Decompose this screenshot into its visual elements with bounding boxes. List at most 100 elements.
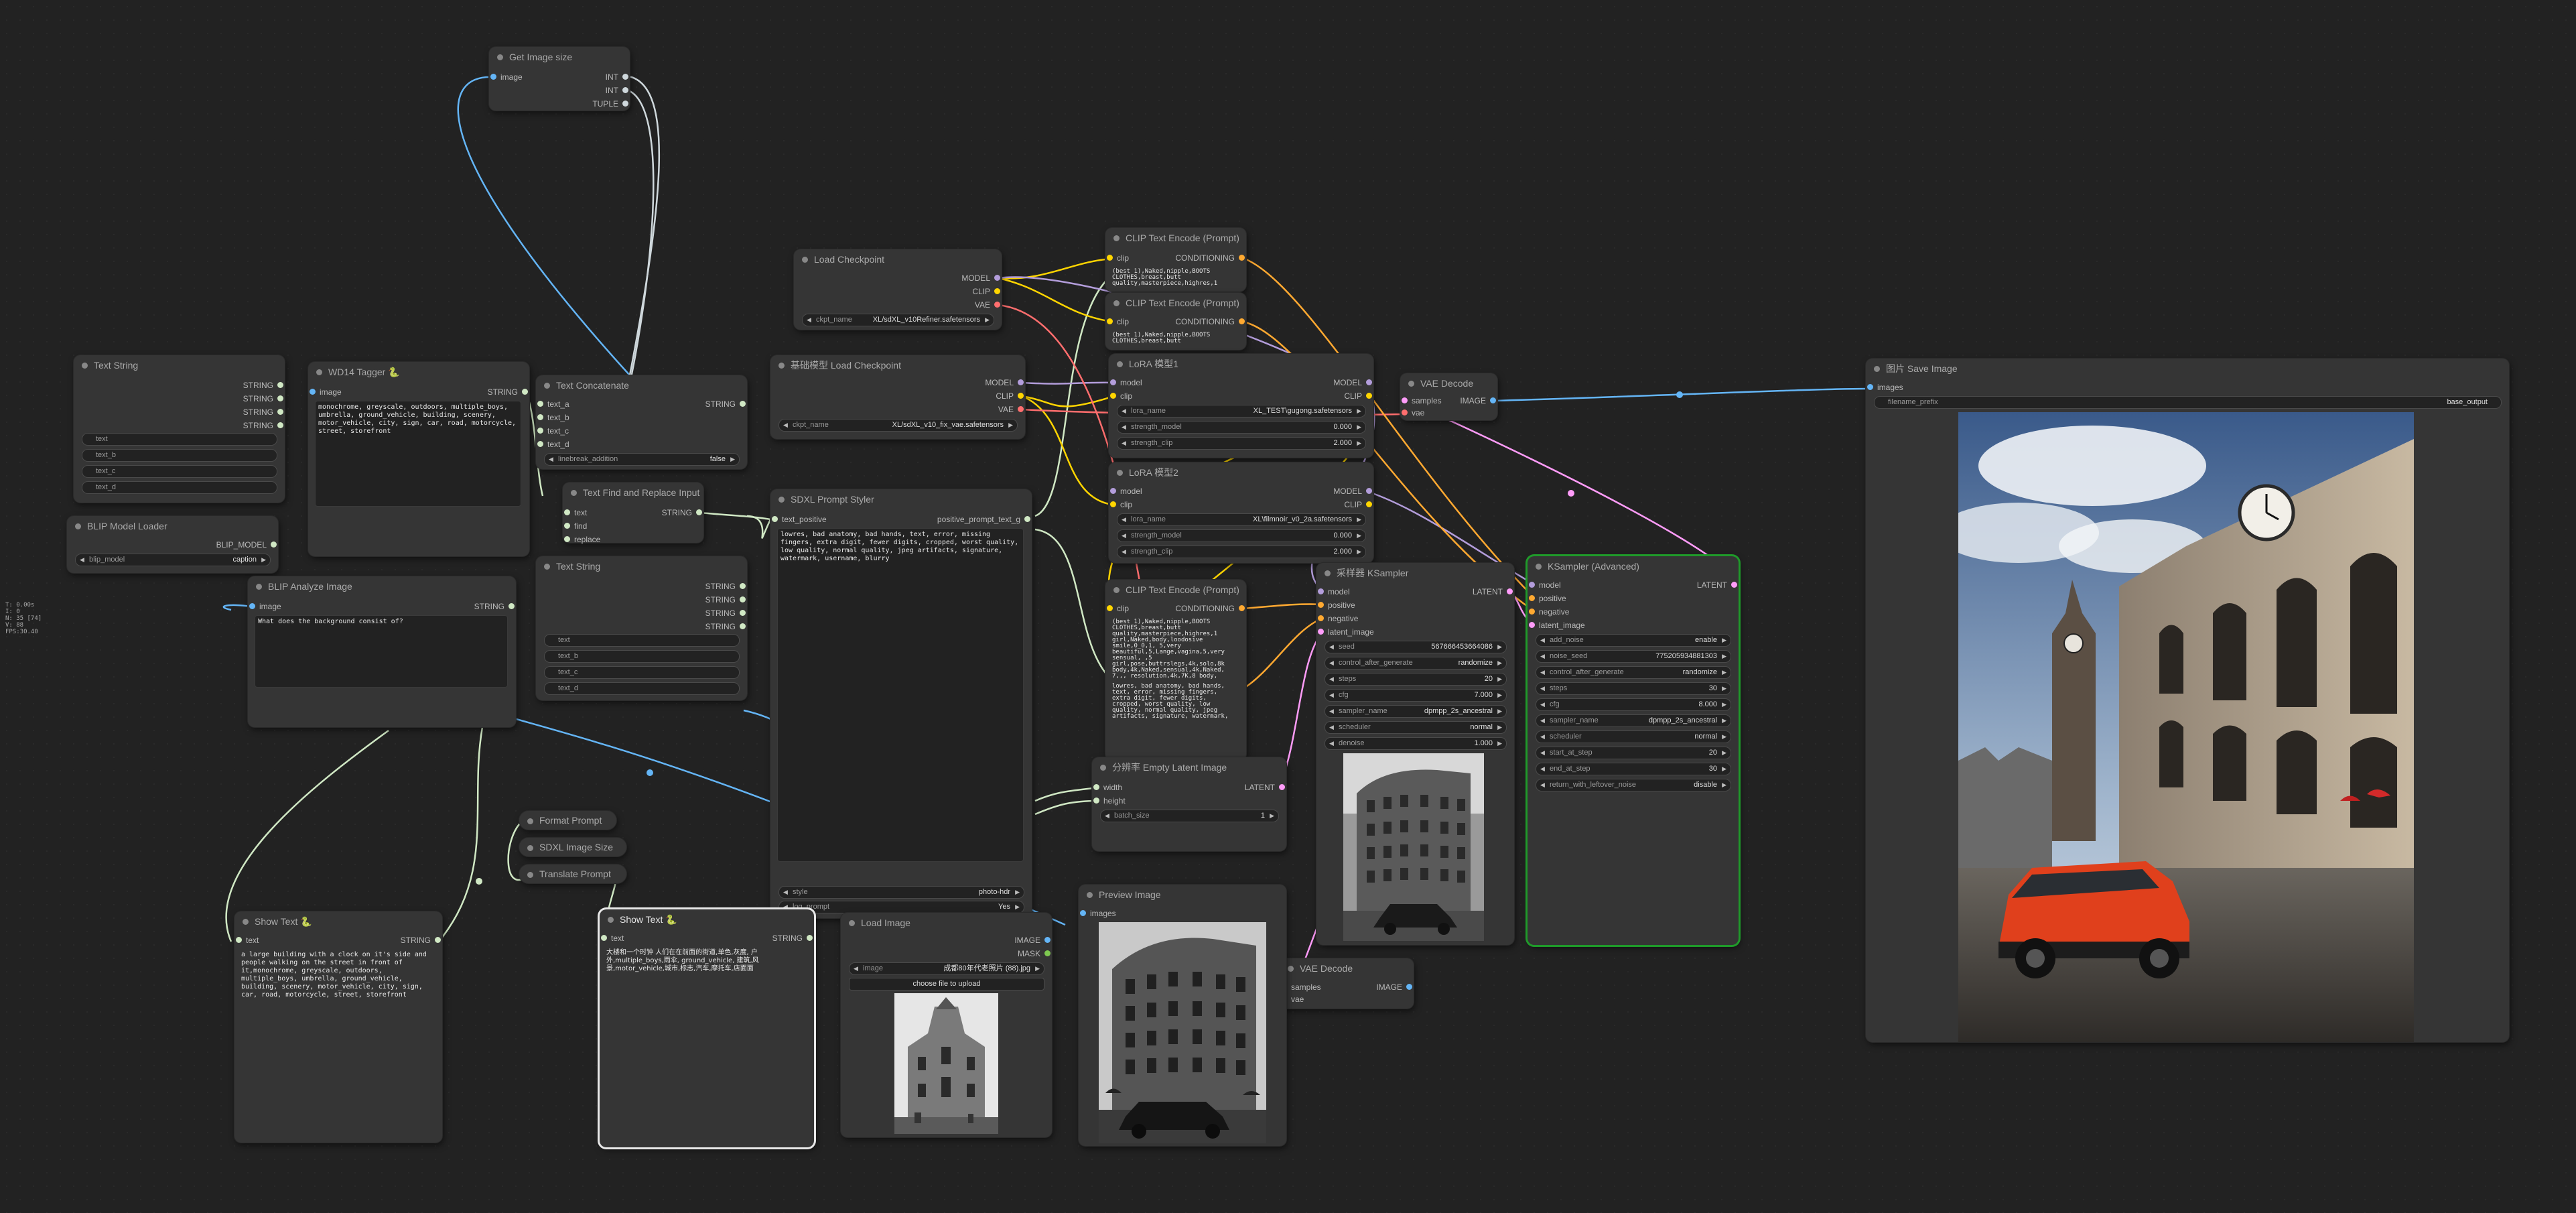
output-model[interactable]: MODEL bbox=[933, 377, 1025, 389]
input-negative[interactable]: negative bbox=[1316, 613, 1408, 625]
node-title[interactable]: WD14 Tagger 🐍 bbox=[308, 362, 529, 382]
node-title[interactable]: Format Prompt bbox=[519, 811, 616, 830]
socket-dot[interactable] bbox=[740, 596, 746, 602]
socket-dot[interactable] bbox=[1402, 397, 1408, 403]
node-title[interactable]: CLIP Text Encode (Prompt) bbox=[1105, 228, 1246, 248]
node-title[interactable]: 采样器 KSampler bbox=[1316, 563, 1514, 583]
socket-dot[interactable] bbox=[1080, 910, 1086, 916]
output-latent[interactable]: LATENT bbox=[1667, 579, 1739, 591]
socket-dot[interactable] bbox=[271, 541, 277, 548]
node-title[interactable]: Load Image bbox=[841, 913, 1052, 933]
node-text-string-2[interactable]: Text String STRING STRING STRING STRING … bbox=[536, 556, 747, 700]
output-image[interactable]: IMAGE bbox=[1349, 981, 1414, 993]
socket-dot[interactable] bbox=[1402, 409, 1408, 416]
socket-dot[interactable] bbox=[310, 389, 316, 395]
node-title[interactable]: Translate Prompt bbox=[519, 865, 626, 883]
add-noise-toggle[interactable]: add_noise enable bbox=[1536, 634, 1731, 647]
lora-name-select[interactable]: lora_name XL_TEST\gugong.safetensors bbox=[1117, 405, 1366, 418]
socket-dot[interactable] bbox=[1239, 255, 1245, 261]
input-image[interactable]: image bbox=[248, 600, 340, 613]
output-clip[interactable]: CLIP bbox=[1308, 390, 1373, 402]
input-vae[interactable]: vae bbox=[1280, 993, 1345, 1005]
node-base-checkpoint[interactable]: 基础模型 Load Checkpoint MODEL CLIP VAE ckpt… bbox=[770, 355, 1025, 439]
control-after-generate-select[interactable]: control_after_generate randomize bbox=[1325, 657, 1507, 669]
output-clip[interactable]: CLIP bbox=[910, 285, 1002, 298]
node-show-text-2[interactable]: Show Text 🐍 text STRING 大楼和一个时钟 人们在在前面的街… bbox=[600, 909, 814, 1147]
steps-input[interactable]: steps 20 bbox=[1325, 673, 1507, 686]
socket-dot[interactable] bbox=[807, 935, 813, 941]
node-title[interactable]: Show Text 🐍 bbox=[600, 909, 814, 930]
input-replace[interactable]: replace bbox=[563, 533, 641, 546]
socket-dot[interactable] bbox=[490, 74, 496, 80]
output-conditioning[interactable]: CONDITIONING bbox=[1148, 602, 1246, 615]
output-int[interactable]: INT bbox=[551, 71, 630, 83]
socket-dot[interactable] bbox=[1018, 379, 1024, 385]
socket-dot[interactable] bbox=[1093, 797, 1099, 804]
log-prompt-toggle[interactable]: log_promptYes bbox=[778, 901, 1024, 913]
input-positive[interactable]: positive bbox=[1316, 599, 1408, 611]
node-translate-prompt[interactable]: Translate Prompt bbox=[519, 865, 626, 883]
output-mask[interactable]: MASK bbox=[973, 948, 1052, 960]
output-model[interactable]: MODEL bbox=[910, 272, 1002, 284]
batch-size-input[interactable]: batch_size 1 bbox=[1100, 810, 1279, 822]
output-image[interactable]: IMAGE bbox=[1439, 395, 1497, 407]
output-vae[interactable]: VAE bbox=[910, 299, 1002, 311]
node-title[interactable]: Load Checkpoint bbox=[794, 249, 1002, 269]
node-title[interactable]: BLIP Model Loader bbox=[67, 516, 278, 536]
input-text[interactable]: text bbox=[600, 932, 665, 944]
sampler-name-select[interactable]: sampler_name dpmpp_2s_ancestral bbox=[1536, 714, 1731, 727]
socket-dot[interactable] bbox=[1018, 393, 1024, 399]
output-string[interactable]: STRING bbox=[364, 934, 442, 946]
node-title[interactable]: KSampler (Advanced) bbox=[1528, 556, 1739, 576]
socket-dot[interactable] bbox=[1093, 784, 1099, 790]
input-model[interactable]: model bbox=[1109, 377, 1174, 389]
socket-dot[interactable] bbox=[522, 389, 528, 395]
socket-dot[interactable] bbox=[277, 382, 283, 388]
negative-prompt-textarea[interactable]: lowres, bad anatomy, bad hands, text, er… bbox=[1109, 682, 1241, 759]
node-title[interactable]: SDXL Image Size bbox=[519, 838, 626, 856]
node-lora-2[interactable]: LoRA 模型2 model clip MODEL CLIP lora_name… bbox=[1109, 462, 1373, 563]
output-string[interactable]: STRING bbox=[635, 580, 747, 592]
input-vae[interactable]: vae bbox=[1400, 407, 1459, 419]
output-string[interactable]: STRING bbox=[736, 932, 814, 944]
input-text[interactable]: text bbox=[234, 934, 299, 946]
text-field[interactable]: text_d bbox=[82, 481, 277, 494]
socket-dot[interactable] bbox=[1107, 255, 1113, 261]
socket-dot[interactable] bbox=[1529, 595, 1535, 601]
output-string[interactable]: STRING bbox=[424, 600, 516, 613]
output-string[interactable]: STRING bbox=[635, 607, 747, 619]
node-get-image-size[interactable]: Get Image size image INT INT TUPLE bbox=[489, 47, 630, 111]
node-empty-latent-image[interactable]: 分辨率 Empty Latent Image width height LATE… bbox=[1092, 757, 1286, 851]
socket-dot[interactable] bbox=[277, 422, 283, 428]
socket-dot[interactable] bbox=[564, 523, 570, 529]
steps-input[interactable]: steps 30 bbox=[1536, 682, 1731, 695]
socket-dot[interactable] bbox=[1239, 605, 1245, 611]
socket-dot[interactable] bbox=[564, 509, 570, 515]
denoise-input[interactable]: denoise 1.000 bbox=[1325, 737, 1507, 750]
node-clip-text-encode-3[interactable]: CLIP Text Encode (Prompt) clip CONDITION… bbox=[1105, 580, 1246, 761]
output-string[interactable]: STRING bbox=[437, 386, 529, 398]
socket-dot[interactable] bbox=[1110, 393, 1116, 399]
node-ksampler[interactable]: 采样器 KSampler model positive negative lat… bbox=[1316, 563, 1514, 945]
socket-dot[interactable] bbox=[537, 441, 543, 447]
output-string[interactable]: STRING bbox=[655, 398, 747, 410]
scheduler-select[interactable]: scheduler normal bbox=[1325, 721, 1507, 734]
input-text[interactable]: text_a bbox=[536, 398, 628, 410]
choose-file-button[interactable]: choose file to upload bbox=[849, 978, 1044, 991]
text-field[interactable]: text bbox=[82, 433, 277, 446]
output-string[interactable]: STRING bbox=[635, 594, 747, 606]
socket-dot[interactable] bbox=[435, 937, 441, 943]
node-blip-model-loader[interactable]: BLIP Model Loader BLIP_MODEL blip_model c… bbox=[67, 516, 278, 573]
node-text-string[interactable]: Text String STRING STRING STRING STRING … bbox=[74, 355, 285, 503]
question-textarea[interactable]: What does the background consist of? bbox=[255, 615, 508, 688]
socket-dot[interactable] bbox=[601, 935, 607, 941]
input-model[interactable]: model bbox=[1109, 485, 1174, 497]
ckpt-select[interactable]: ckpt_name XL/sdXL_v10_fix_vae.safetensors bbox=[778, 419, 1018, 432]
socket-dot[interactable] bbox=[1044, 937, 1050, 943]
strength-model-input[interactable]: strength_model 0.000 bbox=[1117, 421, 1366, 434]
node-title[interactable]: Get Image size bbox=[489, 47, 630, 67]
socket-dot[interactable] bbox=[1044, 950, 1050, 956]
node-title[interactable]: Text Concatenate bbox=[536, 375, 747, 395]
node-title[interactable]: CLIP Text Encode (Prompt) bbox=[1105, 293, 1246, 313]
node-blip-analyze-image[interactable]: BLIP Analyze Image image STRING What doe… bbox=[248, 576, 516, 727]
